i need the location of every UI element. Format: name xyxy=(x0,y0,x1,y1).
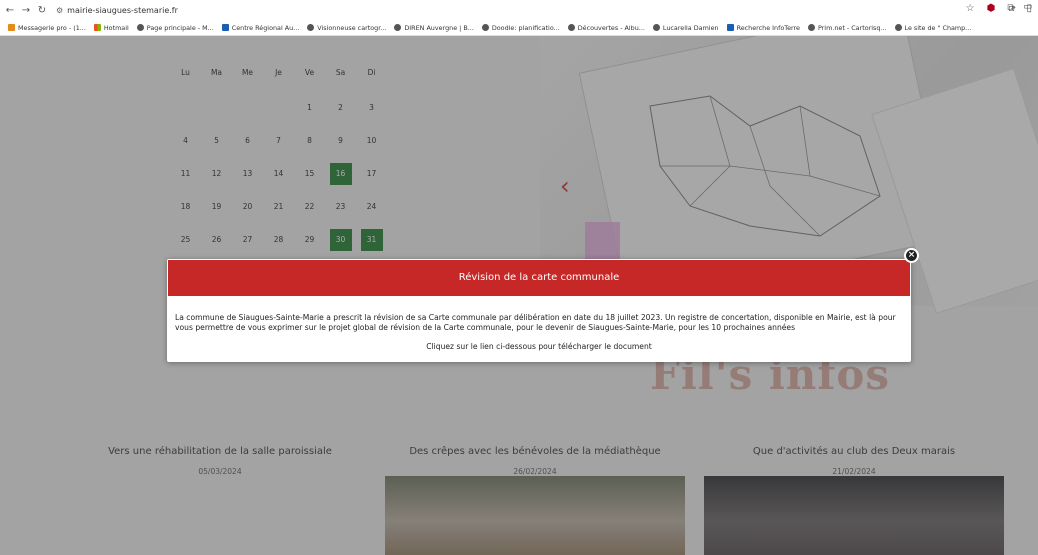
site-icon xyxy=(221,24,229,31)
bookmark-label: Lucarella Damien xyxy=(662,23,719,32)
site-info-icon[interactable]: ⚙ xyxy=(56,6,63,15)
mail-icon xyxy=(8,24,15,31)
bookmark-item[interactable]: DIREN Auvergne | B... xyxy=(394,23,474,32)
bookmark-item[interactable]: Messagerie pro - (1... xyxy=(8,24,86,32)
bookmark-item[interactable]: Découvertes - Albu... xyxy=(567,23,645,32)
globe-icon xyxy=(652,24,660,31)
announcement-modal: Révision de la carte communale La commun… xyxy=(167,259,911,362)
bookmark-label: Prim.net - Cartorisq... xyxy=(817,23,887,32)
extension-shield-icon[interactable]: ⬢ xyxy=(987,3,996,14)
bookmark-item[interactable]: Prim.net - Cartorisq... xyxy=(807,23,887,32)
bookmark-item[interactable]: Page principale - M... xyxy=(136,23,214,32)
globe-icon xyxy=(567,24,575,31)
bookmarks-more-icon[interactable]: » xyxy=(1010,3,1016,13)
bookmark-label: Centre Régional Au... xyxy=(231,23,300,32)
address-bar[interactable]: ⚙ mairie-siaugues-stemarie.fr xyxy=(56,6,178,15)
modal-download-text[interactable]: Cliquez sur le lien ci-dessous pour télé… xyxy=(167,342,911,351)
globe-icon xyxy=(894,24,902,31)
forward-icon[interactable]: → xyxy=(20,5,32,16)
globe-icon xyxy=(307,24,315,31)
close-icon[interactable]: × xyxy=(904,248,919,263)
site-icon xyxy=(726,24,734,31)
address-url[interactable]: mairie-siaugues-stemarie.fr xyxy=(67,6,178,15)
bookmark-label: Hotmail xyxy=(103,23,129,32)
bookmark-label: Découvertes - Albu... xyxy=(577,23,645,32)
bookmark-item[interactable]: Doodle: planificatio... xyxy=(481,23,560,32)
modal-body-text: La commune de Siaugues-Sainte-Marie a pr… xyxy=(175,313,896,332)
bookmark-label: Messagerie pro - (1... xyxy=(18,23,86,32)
bookmark-label: Page principale - M... xyxy=(146,23,214,32)
bookmark-item[interactable]: Le site de " Champ... xyxy=(894,23,972,32)
bookmark-label: Doodle: planificatio... xyxy=(491,23,560,32)
bookmark-item[interactable]: Hotmail xyxy=(93,23,129,32)
bookmark-label: DIREN Auvergne | B... xyxy=(404,23,474,32)
bookmark-star-icon[interactable]: ☆ xyxy=(966,3,975,14)
grid-icon xyxy=(93,24,101,31)
bookmark-item[interactable]: Lucarella Damien xyxy=(652,23,719,32)
bookmark-label: Recherche InfoTerre xyxy=(736,23,800,32)
bookmarks-bar: Messagerie pro - (1... Hotmail Page princi… xyxy=(0,20,1038,36)
bookmarks-folder-icon[interactable]: ▭ xyxy=(1023,2,1032,12)
globe-icon xyxy=(394,24,402,31)
modal-title: Révision de la carte communale xyxy=(168,260,910,296)
bookmark-label: Le site de " Champ... xyxy=(904,23,972,32)
back-icon[interactable]: ← xyxy=(4,5,16,16)
bookmark-item[interactable]: Visionneuse cartogr... xyxy=(307,24,386,32)
bookmark-item[interactable]: Recherche InfoTerre xyxy=(726,23,800,32)
globe-icon xyxy=(136,24,144,31)
doodle-icon xyxy=(481,24,489,31)
browser-toolbar: ← → ↻ ⚙ mairie-siaugues-stemarie.fr ☆ ⬢ … xyxy=(0,0,1038,20)
bookmark-item[interactable]: Centre Régional Au... xyxy=(221,23,300,32)
reload-icon[interactable]: ↻ xyxy=(36,5,48,16)
globe-icon xyxy=(807,24,815,31)
bookmark-label: Visionneuse cartogr... xyxy=(317,23,387,32)
